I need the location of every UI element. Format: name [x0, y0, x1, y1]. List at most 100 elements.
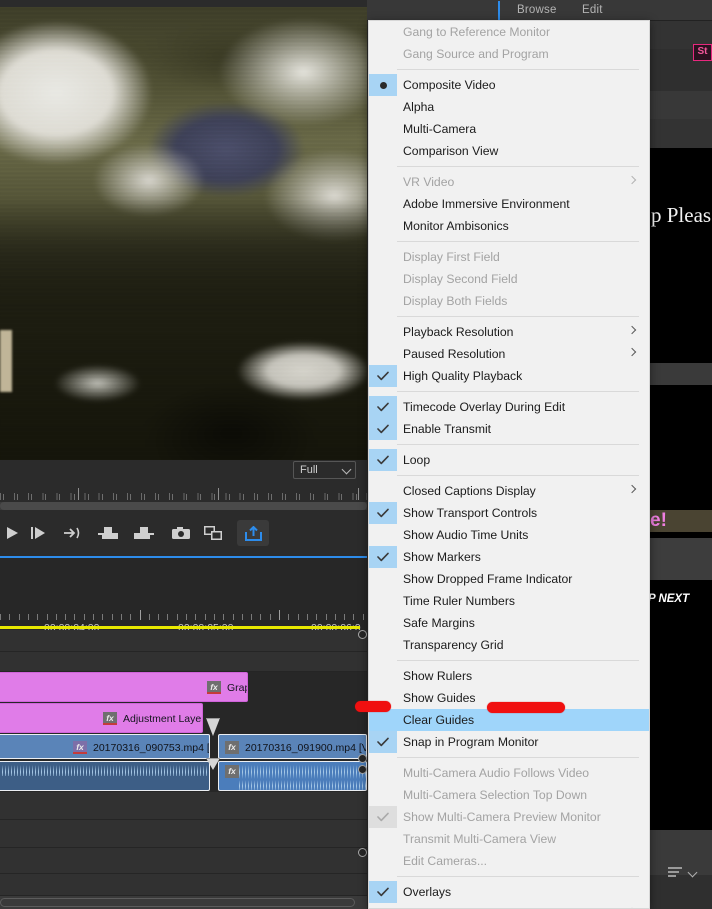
monitor-scrollbar-thumb[interactable]	[0, 502, 367, 510]
menu-item-show-transport-controls[interactable]: Show Transport Controls	[369, 502, 649, 524]
timeline-ruler-tick	[74, 614, 75, 620]
menu-item-composite-video[interactable]: Composite Video	[369, 74, 649, 96]
timeline-clip-video-1[interactable]: fx 20170316_090753.mp4 [V	[0, 734, 210, 759]
timeline-track-row[interactable]	[0, 630, 367, 652]
menu-separator	[397, 69, 639, 70]
menu-item-label: Gang Source and Program	[403, 47, 549, 61]
menu-item-label: Multi-Camera Audio Follows Video	[403, 766, 590, 780]
menu-item-enable-transmit[interactable]: Enable Transmit	[369, 418, 649, 440]
menu-item-show-rulers[interactable]: Show Rulers	[369, 665, 649, 687]
monitor-ruler-tick	[31, 494, 32, 500]
timeline-track-row[interactable]	[0, 820, 367, 848]
menu-item-multi-camera[interactable]: Multi-Camera	[369, 118, 649, 140]
menu-hamburger-icon[interactable]	[668, 867, 682, 878]
right-preview-text-up-next: P NEXT	[648, 593, 690, 605]
timeline-track-row[interactable]	[0, 652, 367, 672]
menu-item-timecode-overlay-during-edit[interactable]: Timecode Overlay During Edit	[369, 396, 649, 418]
go-to-out-point-button[interactable]	[60, 521, 84, 545]
export-frame-button[interactable]	[169, 521, 193, 545]
menu-item-show-audio-time-units[interactable]: Show Audio Time Units	[369, 524, 649, 546]
menu-item-loop[interactable]: Loop	[369, 449, 649, 471]
timeline-ruler-tick	[28, 614, 29, 620]
menu-item-alpha[interactable]: Alpha	[369, 96, 649, 118]
menu-item-monitor-ambisonics[interactable]: Monitor Ambisonics	[369, 215, 649, 237]
menu-item-label: Display Both Fields	[403, 294, 508, 308]
timeline-ruler-tick	[326, 614, 327, 620]
timeline-audio-clip-1[interactable]	[0, 761, 210, 791]
menu-item-transparency-grid[interactable]: Transparency Grid	[369, 634, 649, 656]
menu-item-label: Show Multi-Camera Preview Monitor	[403, 810, 601, 824]
mark-in-button[interactable]	[96, 521, 120, 545]
check-icon	[369, 546, 397, 568]
timeline-track-row[interactable]	[0, 848, 367, 874]
menu-item-playback-resolution[interactable]: Playback Resolution	[369, 321, 649, 343]
monitor-ruler-tick	[59, 494, 60, 500]
monitor-ruler-tick	[17, 494, 18, 500]
menu-item-gang-source-and-program: Gang Source and Program	[369, 43, 649, 65]
timeline-ruler-tick	[102, 614, 103, 620]
menu-item-snap-in-program-monitor[interactable]: Snap in Program Monitor	[369, 731, 649, 753]
timeline-track-handle[interactable]	[358, 630, 367, 639]
menu-item-label: Playback Resolution	[403, 325, 514, 339]
lift-button[interactable]	[201, 521, 225, 545]
timeline-ruler-tick	[205, 614, 206, 620]
check-icon	[369, 881, 397, 903]
video-edge-artifact	[0, 330, 12, 392]
playback-resolution-select[interactable]: Full	[293, 461, 356, 479]
menu-item-time-ruler-numbers[interactable]: Time Ruler Numbers	[369, 590, 649, 612]
timeline-track-row[interactable]	[0, 792, 367, 820]
timeline-track-handle[interactable]	[358, 765, 367, 774]
tab-edit[interactable]: Edit	[582, 3, 603, 18]
play-button[interactable]	[0, 521, 24, 545]
menu-item-comparison-view[interactable]: Comparison View	[369, 140, 649, 162]
timeline-horizontal-scrollbar[interactable]	[0, 896, 367, 909]
mark-out-button[interactable]	[132, 521, 156, 545]
right-panel-row-d	[650, 363, 712, 385]
export-button[interactable]	[237, 520, 269, 546]
timeline-ruler-tick	[223, 614, 224, 620]
tab-browse[interactable]: Browse	[517, 3, 557, 18]
menu-item-high-quality-playback[interactable]: High Quality Playback	[369, 365, 649, 387]
timeline-track-v3[interactable]	[0, 672, 367, 702]
menu-item-label: Show Rulers	[403, 669, 473, 683]
timeline-ruler-tick	[363, 614, 364, 620]
menu-item-show-markers[interactable]: Show Markers	[369, 546, 649, 568]
menu-item-safe-margins[interactable]: Safe Margins	[369, 612, 649, 634]
step-forward-button[interactable]	[26, 521, 50, 545]
menu-item-show-dropped-frame-indicator[interactable]: Show Dropped Frame Indicator	[369, 568, 649, 590]
menu-item-adobe-immersive-environment[interactable]: Adobe Immersive Environment	[369, 193, 649, 215]
timeline-track-handle[interactable]	[358, 754, 367, 763]
menu-item-label: Paused Resolution	[403, 347, 506, 361]
program-monitor-video[interactable]	[0, 7, 367, 467]
monitor-ruler-tick	[229, 494, 230, 500]
menu-item-multi-camera-audio-follows-video: Multi-Camera Audio Follows Video	[369, 762, 649, 784]
transport-controls	[0, 512, 367, 554]
menu-separator	[397, 444, 639, 445]
timeline-audio-clip-2[interactable]: fx	[218, 761, 367, 791]
monitor-scrollbar[interactable]	[0, 502, 367, 510]
menu-item-gang-to-reference-monitor: Gang to Reference Monitor	[369, 21, 649, 43]
timeline-clip-adjustment-layer[interactable]: fx Adjustment Layer	[0, 703, 203, 733]
menu-item-label: Monitor Ambisonics	[403, 219, 509, 233]
timeline-scrollbar-thumb[interactable]	[0, 898, 355, 907]
timeline-ruler-tick	[307, 614, 308, 620]
clip-label: Adjustment Layer	[123, 713, 203, 725]
program-monitor-context-menu[interactable]: Gang to Reference Monitor Gang Source and…	[368, 20, 650, 909]
timeline-track-handle[interactable]	[358, 848, 367, 857]
menu-item-closed-captions-display[interactable]: Closed Captions Display	[369, 480, 649, 502]
menu-item-label: Show Markers	[403, 550, 481, 564]
menu-item-overlays[interactable]: Overlays	[369, 881, 649, 903]
timeline-work-area-bar[interactable]	[0, 626, 360, 629]
menu-item-overlay-settings[interactable]: Overlay Settings	[369, 903, 649, 908]
timeline-ruler-tick	[140, 610, 141, 620]
menu-separator	[397, 166, 639, 167]
timeline-panel[interactable]: 00:00:04:00 00:00:05:00 00:00:06:0 fx Gr…	[0, 558, 367, 909]
menu-item-label: Clear Guides	[403, 713, 475, 727]
check-icon	[369, 449, 397, 471]
menu-item-paused-resolution[interactable]: Paused Resolution	[369, 343, 649, 365]
timeline-clip-video-2[interactable]: fx 20170316_091900.mp4 [V]	[218, 734, 367, 759]
timeline-track-row[interactable]	[0, 874, 367, 896]
menu-separator	[397, 316, 639, 317]
monitor-time-ruler[interactable]	[0, 486, 367, 502]
menu-item-label: VR Video	[403, 175, 455, 189]
